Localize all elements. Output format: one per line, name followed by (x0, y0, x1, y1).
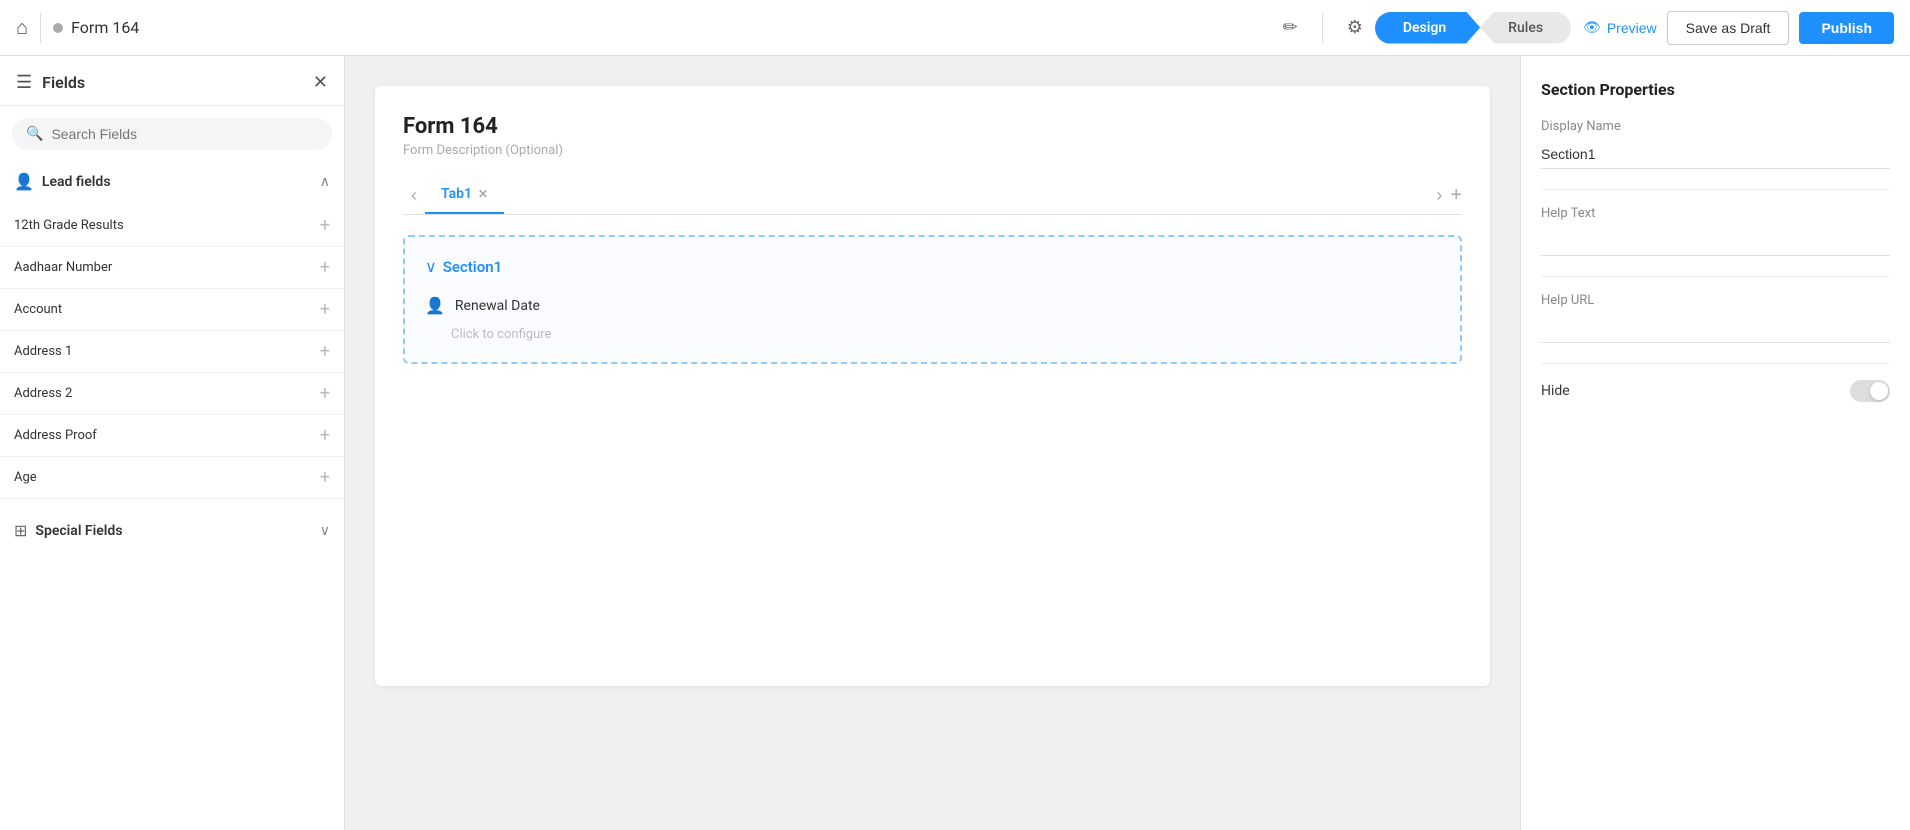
section-expand-icon[interactable]: ∨ (425, 257, 437, 276)
field-add-icon[interactable]: + (320, 467, 330, 488)
lead-fields-section-header[interactable]: 👤 Lead fields ∧ (0, 162, 344, 201)
field-add-icon[interactable]: + (320, 215, 330, 236)
special-fields-label: Special Fields (35, 523, 122, 539)
special-fields-chevron-down-icon: ∨ (320, 523, 330, 539)
display-name-label: Display Name (1541, 119, 1890, 134)
special-fields-icon: ⊞ (14, 521, 27, 540)
field-user-icon: 👤 (425, 296, 445, 315)
preview-eye-icon: 👁 (1583, 19, 1601, 36)
field-add-icon[interactable]: + (320, 341, 330, 362)
publish-button[interactable]: Publish (1799, 12, 1894, 44)
field-add-icon[interactable]: + (320, 425, 330, 446)
section-title-row: ∨ Section1 (425, 257, 1440, 276)
display-name-input[interactable] (1541, 140, 1890, 169)
field-item-age[interactable]: Age + (0, 457, 344, 499)
tab-next-button[interactable]: › (1428, 181, 1450, 210)
search-icon: 🔍 (26, 126, 43, 142)
canvas-area: Form 164 Form Description (Optional) ‹ T… (345, 56, 1520, 830)
divider1 (1541, 189, 1890, 190)
lead-fields-list: 12th Grade Results + Aadhaar Number + Ac… (0, 201, 344, 503)
help-text-label: Help Text (1541, 206, 1890, 221)
home-icon[interactable]: ⌂ (16, 15, 28, 40)
main-layout: ☰ Fields ✕ 🔍 👤 Lead fields ∧ 12th Grade … (0, 56, 1910, 830)
sidebar-header: ☰ Fields ✕ (0, 56, 344, 106)
edit-icon[interactable]: ✏ (1283, 17, 1298, 38)
section-name: Section1 (443, 258, 502, 276)
hide-toggle[interactable] (1850, 380, 1890, 402)
tab-add-button[interactable]: + (1450, 184, 1462, 207)
tab-label: Tab1 (441, 186, 472, 202)
renewal-date-label: Renewal Date (455, 298, 540, 314)
field-item-address2[interactable]: Address 2 + (0, 373, 344, 415)
help-text-group: Help Text (1541, 206, 1890, 256)
search-input[interactable] (51, 126, 318, 142)
configure-hint[interactable]: Click to configure (425, 321, 1440, 342)
field-add-icon[interactable]: + (320, 299, 330, 320)
hide-toggle-row: Hide (1541, 380, 1890, 402)
topbar-divider (40, 13, 41, 43)
divider2 (1541, 276, 1890, 277)
topbar: ⌂ Form 164 ✏ ⚙ Design Rules 👁 Preview Sa… (0, 0, 1910, 56)
field-add-icon[interactable]: + (320, 257, 330, 278)
tab-rules[interactable]: Rules (1480, 12, 1571, 44)
section-block: ∨ Section1 👤 Renewal Date Click to confi… (403, 235, 1462, 364)
field-item-aadhaar[interactable]: Aadhaar Number + (0, 247, 344, 289)
field-item-account[interactable]: Account + (0, 289, 344, 331)
close-icon[interactable]: ✕ (313, 72, 328, 93)
help-url-label: Help URL (1541, 293, 1890, 308)
field-item-address1[interactable]: Address 1 + (0, 331, 344, 373)
help-url-group: Help URL (1541, 293, 1890, 343)
save-draft-button[interactable]: Save as Draft (1667, 11, 1790, 45)
field-item-address-proof[interactable]: Address Proof + (0, 415, 344, 457)
tabs-bar: ‹ Tab1 ✕ › + (403, 176, 1462, 215)
divider3 (1541, 363, 1890, 364)
tab-close-icon[interactable]: ✕ (478, 187, 488, 201)
lead-fields-chevron-up-icon: ∧ (320, 174, 330, 190)
hide-label: Hide (1541, 383, 1570, 399)
status-dot (53, 23, 63, 33)
sidebar: ☰ Fields ✕ 🔍 👤 Lead fields ∧ 12th Grade … (0, 56, 345, 830)
lead-fields-icon: 👤 (14, 172, 34, 191)
form-title-topbar: Form 164 (71, 18, 139, 37)
special-fields-section-header[interactable]: ⊞ Special Fields ∨ (0, 511, 344, 550)
help-url-input[interactable] (1541, 314, 1890, 343)
preview-button[interactable]: 👁 Preview (1583, 19, 1657, 36)
topbar-divider2 (1322, 13, 1323, 43)
settings-icon[interactable]: ⚙ (1347, 17, 1363, 38)
tab-design[interactable]: Design (1375, 12, 1480, 44)
tab-tab1[interactable]: Tab1 ✕ (425, 176, 504, 214)
topbar-title-area: Form 164 (53, 18, 1271, 37)
form-card: Form 164 Form Description (Optional) ‹ T… (375, 86, 1490, 686)
search-bar: 🔍 (12, 118, 332, 150)
lead-fields-label: Lead fields (42, 174, 111, 190)
renewal-date-field-row: 👤 Renewal Date (425, 290, 1440, 321)
hamburger-icon[interactable]: ☰ (16, 72, 32, 93)
topbar-actions: 👁 Preview Save as Draft Publish (1583, 11, 1894, 45)
tab-prev-button[interactable]: ‹ (403, 181, 425, 210)
right-panel: Section Properties Display Name Help Tex… (1520, 56, 1910, 830)
display-name-group: Display Name (1541, 119, 1890, 169)
topbar-icons: ✏ ⚙ (1283, 13, 1363, 43)
field-item-12th-grade[interactable]: 12th Grade Results + (0, 205, 344, 247)
field-add-icon[interactable]: + (320, 383, 330, 404)
toggle-knob (1870, 382, 1888, 400)
help-text-input[interactable] (1541, 227, 1890, 256)
sidebar-title: Fields (42, 73, 85, 92)
form-card-description: Form Description (Optional) (403, 143, 1462, 158)
form-card-title: Form 164 (403, 114, 1462, 139)
panel-title: Section Properties (1541, 80, 1890, 99)
